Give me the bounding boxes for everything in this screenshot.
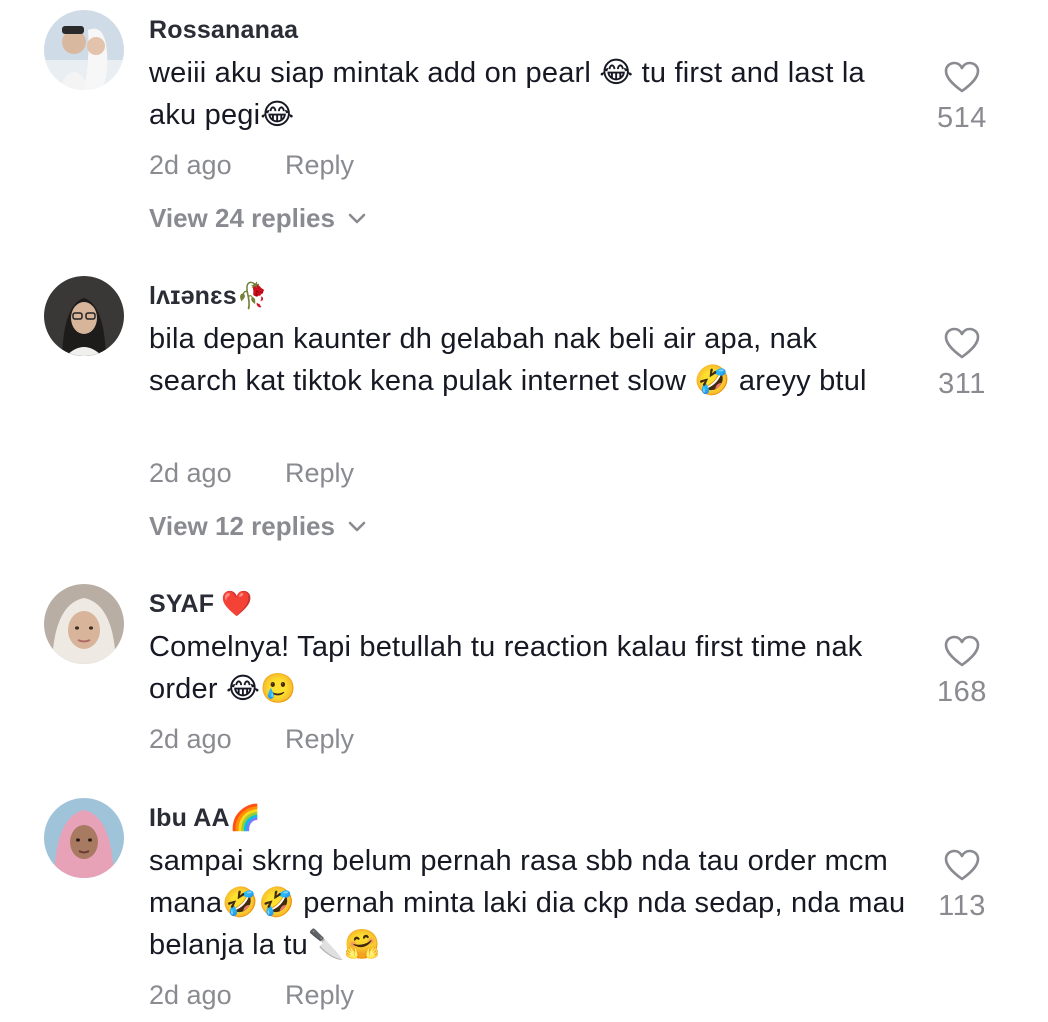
heart-outline-icon — [944, 849, 980, 881]
comment-text: sampai skrng belum pernah rasa sbb nda t… — [149, 845, 906, 961]
like-count: 168 — [937, 676, 987, 708]
like-button[interactable]: 168 — [928, 634, 996, 709]
like-count: 311 — [938, 368, 986, 400]
like-count: 514 — [937, 102, 987, 134]
reply-button[interactable]: Reply — [285, 980, 354, 1011]
username[interactable]: lʌɪənɛs🥀 — [149, 282, 268, 311]
view-replies-label: View 24 replies — [149, 203, 335, 233]
like-button[interactable]: 311 — [928, 326, 996, 401]
view-replies-label: View 12 replies — [149, 511, 335, 541]
comment-meta: 2d ago Reply — [149, 150, 354, 181]
avatar[interactable] — [44, 584, 124, 664]
timestamp: 2d ago — [149, 724, 232, 754]
avatar[interactable] — [44, 276, 124, 356]
chevron-down-icon — [348, 213, 366, 223]
comment-meta: 2d ago Reply — [149, 724, 354, 755]
timestamp: 2d ago — [149, 458, 232, 488]
comment-text: weiii aku siap mintak add on pearl 😂 tu … — [149, 57, 865, 131]
username[interactable]: Ibu AA🌈 — [149, 804, 261, 833]
like-button[interactable]: 113 — [928, 848, 996, 923]
comment-text: Comelnya! Tapi betullah tu reaction kala… — [149, 631, 863, 705]
username[interactable]: SYAF ❤️ — [149, 590, 253, 619]
avatar[interactable] — [44, 798, 124, 878]
comment-meta: 2d ago Reply — [149, 980, 354, 1011]
heart-outline-icon — [944, 327, 980, 359]
like-count: 113 — [938, 890, 986, 922]
comment-text: bila depan kaunter dh gelabah nak beli a… — [149, 323, 867, 397]
reply-button[interactable]: Reply — [285, 458, 354, 489]
like-button[interactable]: 514 — [928, 60, 996, 135]
comment-meta: 2d ago Reply — [149, 458, 354, 489]
reply-button[interactable]: Reply — [285, 724, 354, 755]
timestamp: 2d ago — [149, 980, 232, 1010]
view-replies-button[interactable]: View 12 replies — [149, 511, 367, 542]
reply-button[interactable]: Reply — [285, 150, 354, 181]
view-replies-button[interactable]: View 24 replies — [149, 203, 367, 234]
username[interactable]: Rossananaa — [149, 16, 298, 45]
avatar[interactable] — [44, 10, 124, 90]
heart-outline-icon — [944, 61, 980, 93]
chevron-down-icon — [348, 521, 366, 531]
timestamp: 2d ago — [149, 150, 232, 180]
heart-outline-icon — [944, 635, 980, 667]
